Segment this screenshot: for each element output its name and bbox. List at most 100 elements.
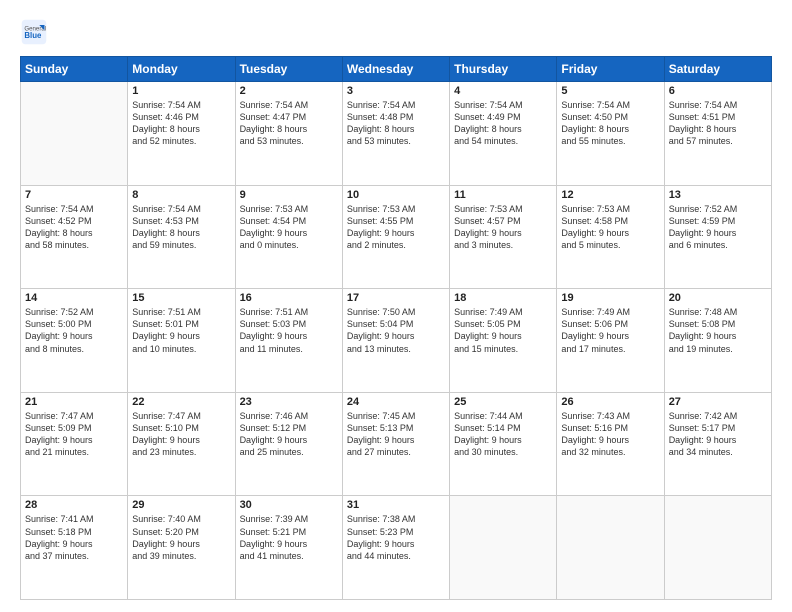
weekday-thursday: Thursday [450, 57, 557, 82]
week-row-1: 7 Sunrise: 7:54 AM Sunset: 4:52 PM Daylig… [21, 185, 772, 289]
day-cell: 19Sunrise: 7:49 AM Sunset: 5:06 PM Dayli… [557, 289, 664, 393]
day-cell: 22 Sunrise: 7:47 AM Sunset: 5:10 PM Dayli… [128, 392, 235, 496]
day-number: 27 [669, 396, 767, 408]
day-cell: 3 Sunrise: 7:54 AM Sunset: 4:48 PM Daylig… [342, 82, 449, 186]
day-number: 18 [454, 292, 552, 304]
week-row-4: 28 Sunrise: 7:41 AM Sunset: 5:18 PM Dayli… [21, 496, 772, 600]
weekday-wednesday: Wednesday [342, 57, 449, 82]
day-number: 10 [347, 189, 445, 201]
day-info: Sunrise: 7:53 AM Sunset: 4:57 PM Dayligh… [454, 203, 552, 252]
day-number: 31 [347, 499, 445, 511]
week-row-0: 1Sunrise: 7:54 AM Sunset: 4:46 PM Daylig… [21, 82, 772, 186]
day-cell [450, 496, 557, 600]
day-number: 4 [454, 85, 552, 97]
day-cell: 28 Sunrise: 7:41 AM Sunset: 5:18 PM Dayli… [21, 496, 128, 600]
day-cell: 20 Sunrise: 7:48 AM Sunset: 5:08 PM Dayli… [664, 289, 771, 393]
day-info: Sunrise: 7:44 AM Sunset: 5:14 PM Dayligh… [454, 410, 552, 459]
day-cell: 21 Sunrise: 7:47 AM Sunset: 5:09 PM Dayli… [21, 392, 128, 496]
day-info: Sunrise: 7:54 AM Sunset: 4:51 PM Dayligh… [669, 99, 767, 148]
day-cell: 12Sunrise: 7:53 AM Sunset: 4:58 PM Dayli… [557, 185, 664, 289]
day-number: 19 [561, 292, 659, 304]
day-cell: 16 Sunrise: 7:51 AM Sunset: 5:03 PM Dayli… [235, 289, 342, 393]
day-info: Sunrise: 7:41 AM Sunset: 5:18 PM Dayligh… [25, 513, 123, 562]
day-info: Sunrise: 7:54 AM Sunset: 4:50 PM Dayligh… [561, 99, 659, 148]
day-info: Sunrise: 7:46 AM Sunset: 5:12 PM Dayligh… [240, 410, 338, 459]
day-cell: 15 Sunrise: 7:51 AM Sunset: 5:01 PM Dayli… [128, 289, 235, 393]
day-cell: 5Sunrise: 7:54 AM Sunset: 4:50 PM Daylig… [557, 82, 664, 186]
day-info: Sunrise: 7:49 AM Sunset: 5:05 PM Dayligh… [454, 306, 552, 355]
day-info: Sunrise: 7:52 AM Sunset: 4:59 PM Dayligh… [669, 203, 767, 252]
day-cell [664, 496, 771, 600]
day-info: Sunrise: 7:43 AM Sunset: 5:16 PM Dayligh… [561, 410, 659, 459]
day-cell: 8Sunrise: 7:54 AM Sunset: 4:53 PM Daylig… [128, 185, 235, 289]
calendar-table: SundayMondayTuesdayWednesdayThursdayFrid… [20, 56, 772, 600]
day-number: 16 [240, 292, 338, 304]
day-info: Sunrise: 7:51 AM Sunset: 5:03 PM Dayligh… [240, 306, 338, 355]
day-number: 1 [132, 85, 230, 97]
day-number: 9 [240, 189, 338, 201]
day-cell: 6Sunrise: 7:54 AM Sunset: 4:51 PM Daylig… [664, 82, 771, 186]
header: General Blue [20, 18, 772, 46]
day-cell: 27Sunrise: 7:42 AM Sunset: 5:17 PM Dayli… [664, 392, 771, 496]
weekday-friday: Friday [557, 57, 664, 82]
day-info: Sunrise: 7:54 AM Sunset: 4:52 PM Dayligh… [25, 203, 123, 252]
week-row-3: 21 Sunrise: 7:47 AM Sunset: 5:09 PM Dayli… [21, 392, 772, 496]
day-info: Sunrise: 7:48 AM Sunset: 5:08 PM Dayligh… [669, 306, 767, 355]
day-cell: 24Sunrise: 7:45 AM Sunset: 5:13 PM Dayli… [342, 392, 449, 496]
weekday-sunday: Sunday [21, 57, 128, 82]
day-cell: 17 Sunrise: 7:50 AM Sunset: 5:04 PM Dayli… [342, 289, 449, 393]
svg-text:Blue: Blue [24, 31, 42, 40]
day-info: Sunrise: 7:53 AM Sunset: 4:54 PM Dayligh… [240, 203, 338, 252]
day-cell [21, 82, 128, 186]
day-number: 28 [25, 499, 123, 511]
day-cell: 23 Sunrise: 7:46 AM Sunset: 5:12 PM Dayli… [235, 392, 342, 496]
day-cell: 9 Sunrise: 7:53 AM Sunset: 4:54 PM Daylig… [235, 185, 342, 289]
day-info: Sunrise: 7:51 AM Sunset: 5:01 PM Dayligh… [132, 306, 230, 355]
day-cell: 29Sunrise: 7:40 AM Sunset: 5:20 PM Dayli… [128, 496, 235, 600]
day-info: Sunrise: 7:38 AM Sunset: 5:23 PM Dayligh… [347, 513, 445, 562]
day-info: Sunrise: 7:54 AM Sunset: 4:49 PM Dayligh… [454, 99, 552, 148]
weekday-monday: Monday [128, 57, 235, 82]
page: General Blue SundayMondayTuesdayWednesda… [0, 0, 792, 612]
day-info: Sunrise: 7:53 AM Sunset: 4:55 PM Dayligh… [347, 203, 445, 252]
day-number: 24 [347, 396, 445, 408]
day-number: 2 [240, 85, 338, 97]
day-info: Sunrise: 7:54 AM Sunset: 4:48 PM Dayligh… [347, 99, 445, 148]
day-cell: 25 Sunrise: 7:44 AM Sunset: 5:14 PM Dayli… [450, 392, 557, 496]
week-row-2: 14Sunrise: 7:52 AM Sunset: 5:00 PM Dayli… [21, 289, 772, 393]
day-number: 30 [240, 499, 338, 511]
day-number: 26 [561, 396, 659, 408]
day-number: 29 [132, 499, 230, 511]
day-number: 14 [25, 292, 123, 304]
logo: General Blue [20, 18, 52, 46]
day-number: 11 [454, 189, 552, 201]
day-info: Sunrise: 7:50 AM Sunset: 5:04 PM Dayligh… [347, 306, 445, 355]
day-cell: 10 Sunrise: 7:53 AM Sunset: 4:55 PM Dayli… [342, 185, 449, 289]
day-cell: 1Sunrise: 7:54 AM Sunset: 4:46 PM Daylig… [128, 82, 235, 186]
weekday-saturday: Saturday [664, 57, 771, 82]
weekday-header-row: SundayMondayTuesdayWednesdayThursdayFrid… [21, 57, 772, 82]
day-info: Sunrise: 7:47 AM Sunset: 5:10 PM Dayligh… [132, 410, 230, 459]
day-number: 23 [240, 396, 338, 408]
day-info: Sunrise: 7:54 AM Sunset: 4:47 PM Dayligh… [240, 99, 338, 148]
day-number: 25 [454, 396, 552, 408]
day-info: Sunrise: 7:53 AM Sunset: 4:58 PM Dayligh… [561, 203, 659, 252]
day-cell: 26 Sunrise: 7:43 AM Sunset: 5:16 PM Dayli… [557, 392, 664, 496]
day-number: 7 [25, 189, 123, 201]
day-cell [557, 496, 664, 600]
day-number: 3 [347, 85, 445, 97]
day-number: 17 [347, 292, 445, 304]
day-cell: 18 Sunrise: 7:49 AM Sunset: 5:05 PM Dayli… [450, 289, 557, 393]
day-cell: 31 Sunrise: 7:38 AM Sunset: 5:23 PM Dayli… [342, 496, 449, 600]
day-number: 22 [132, 396, 230, 408]
day-cell: 2 Sunrise: 7:54 AM Sunset: 4:47 PM Daylig… [235, 82, 342, 186]
day-number: 15 [132, 292, 230, 304]
day-cell: 7 Sunrise: 7:54 AM Sunset: 4:52 PM Daylig… [21, 185, 128, 289]
day-info: Sunrise: 7:54 AM Sunset: 4:53 PM Dayligh… [132, 203, 230, 252]
day-number: 21 [25, 396, 123, 408]
day-cell: 13Sunrise: 7:52 AM Sunset: 4:59 PM Dayli… [664, 185, 771, 289]
day-cell: 30 Sunrise: 7:39 AM Sunset: 5:21 PM Dayli… [235, 496, 342, 600]
day-info: Sunrise: 7:39 AM Sunset: 5:21 PM Dayligh… [240, 513, 338, 562]
day-info: Sunrise: 7:47 AM Sunset: 5:09 PM Dayligh… [25, 410, 123, 459]
day-number: 20 [669, 292, 767, 304]
